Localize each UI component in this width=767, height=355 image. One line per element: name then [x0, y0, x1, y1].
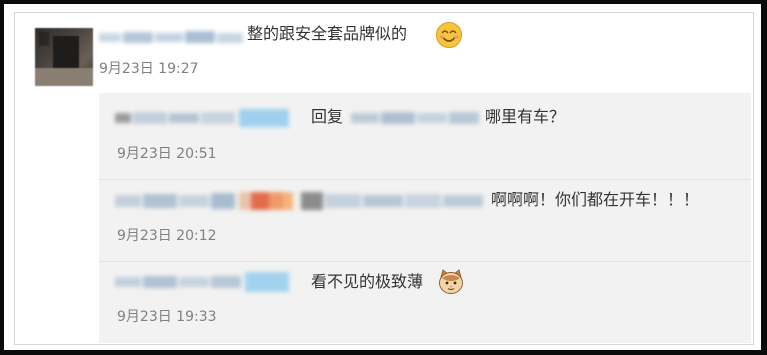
reply-2-text: 啊啊啊！你们都在开车！！！ [491, 190, 700, 209]
main-comment-text: 整的跟安全套品牌似的 [247, 24, 408, 43]
reply-3-text: 看不见的极致薄 [311, 272, 424, 291]
main-comment-timestamp: 9月23日 19:27 [99, 61, 199, 77]
reply-3-timestamp: 9月23日 19:33 [117, 309, 217, 325]
reply-3-username-blurred[interactable] [115, 271, 291, 293]
reply-divider [99, 261, 751, 262]
comment-card: 整的跟安全套品牌似的 9月23日 19:27 回复 哪里有车？ 9月23日 20… [14, 12, 754, 345]
reply-2-timestamp: 9月23日 20:12 [117, 228, 217, 244]
reply-1-text: 哪里有车？ [485, 107, 566, 126]
smiling-face-emoji-icon [436, 22, 462, 48]
main-username-blurred[interactable] [99, 27, 245, 47]
replies-section: 回复 哪里有车？ 9月23日 20:51 啊啊啊！你们都在开车！！！ 9月23日… [99, 93, 751, 343]
cat-face-emoji-icon [439, 269, 463, 294]
reply-divider [99, 179, 751, 180]
reply-1-username-blurred[interactable] [115, 107, 291, 129]
reply-2-username-blurred[interactable] [115, 189, 485, 213]
reply-1-reply-word: 回复 [311, 107, 344, 126]
reply-1-target-username-blurred[interactable] [351, 107, 481, 129]
avatar[interactable] [35, 28, 93, 86]
reply-1-timestamp: 9月23日 20:51 [117, 146, 217, 162]
